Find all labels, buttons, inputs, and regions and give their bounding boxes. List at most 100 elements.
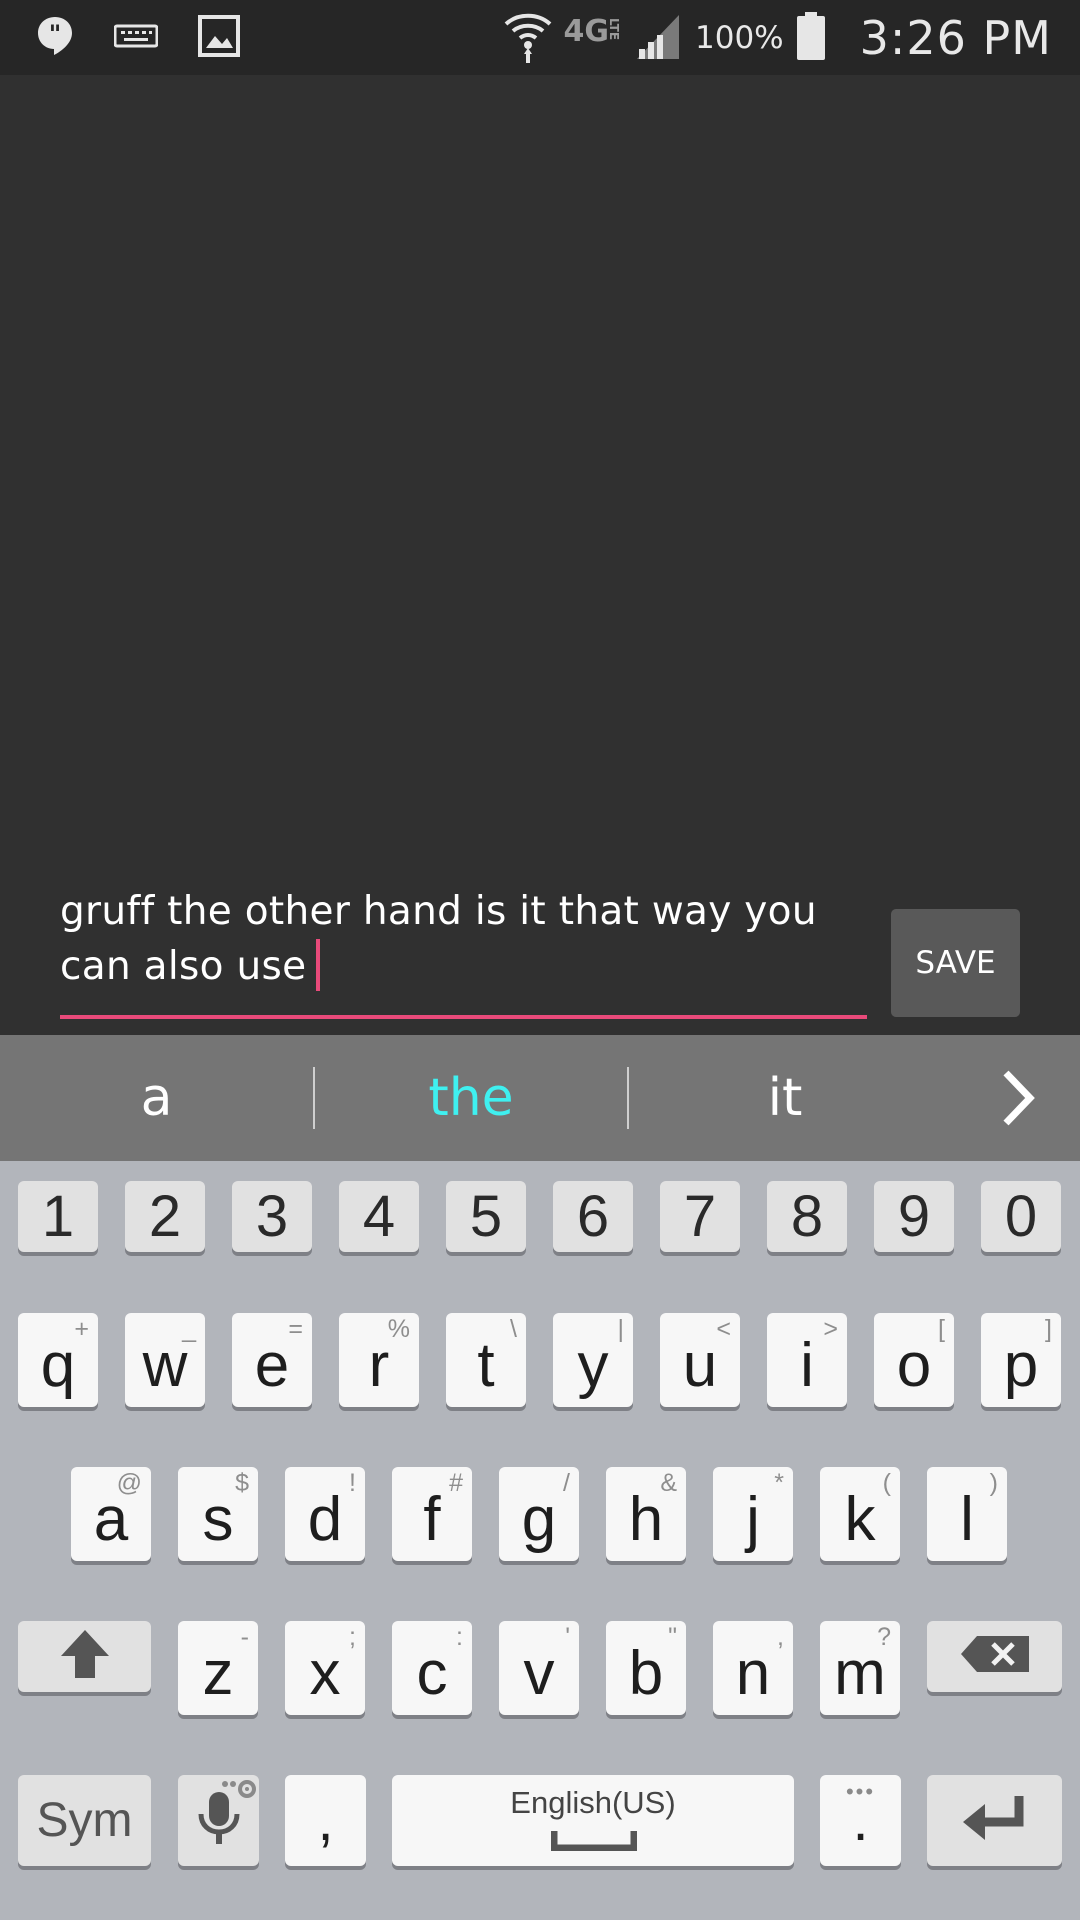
system-status: 4G LTE 100% 3:26 PM — [502, 8, 1053, 68]
key-hint: _ — [182, 1315, 196, 1343]
key-4[interactable]: 4 — [339, 1181, 419, 1252]
key-p[interactable]: p] — [981, 1313, 1061, 1407]
key-hint: ) — [989, 1469, 998, 1497]
key-c[interactable]: c: — [392, 1621, 472, 1715]
key-label: b — [628, 1639, 664, 1708]
key-0[interactable]: 0 — [981, 1181, 1061, 1252]
hangouts-icon: " — [36, 15, 74, 62]
key-1[interactable]: 1 — [18, 1181, 98, 1252]
key-label: 7 — [683, 1184, 717, 1249]
key-2[interactable]: 2 — [125, 1181, 205, 1252]
key-label: 3 — [255, 1184, 289, 1249]
comma-label: , — [317, 1788, 334, 1853]
key-label: r — [368, 1331, 390, 1400]
key-j[interactable]: j * — [713, 1467, 793, 1561]
message-input[interactable]: gruff the other hand is it that way you … — [60, 885, 870, 994]
key-label: q — [40, 1331, 76, 1400]
key-hint: < — [716, 1315, 731, 1343]
key-label: 6 — [576, 1184, 610, 1249]
backspace-key[interactable] — [927, 1621, 1062, 1692]
key-hint: ] — [1045, 1315, 1052, 1343]
key-n[interactable]: n, — [713, 1621, 793, 1715]
chevron-right-icon[interactable] — [990, 1063, 1050, 1133]
key-b[interactable]: b " — [606, 1621, 686, 1715]
more-dots-icon: ••• — [845, 1779, 876, 1804]
key-z[interactable]: z- — [178, 1621, 258, 1715]
key-label: i — [800, 1331, 814, 1400]
key-hint: ! — [349, 1469, 356, 1497]
mic-key[interactable] — [178, 1775, 259, 1866]
key-3[interactable]: 3 — [232, 1181, 312, 1252]
key-x[interactable]: x; — [285, 1621, 365, 1715]
key-hint: ( — [882, 1469, 891, 1497]
key-8[interactable]: 8 — [767, 1181, 847, 1252]
key-5[interactable]: 5 — [446, 1181, 526, 1252]
key-k[interactable]: k( — [820, 1467, 900, 1561]
suggestion-3[interactable]: it — [629, 1035, 941, 1161]
key-hint: > — [823, 1315, 838, 1343]
key-label: 2 — [148, 1184, 182, 1249]
key-hint: / — [563, 1469, 570, 1497]
save-button[interactable]: SAVE — [891, 909, 1020, 1017]
key-hint: & — [660, 1469, 677, 1497]
period-key[interactable]: . ••• — [820, 1775, 901, 1866]
key-label: v — [523, 1639, 555, 1708]
key-y[interactable]: y | — [553, 1313, 633, 1407]
key-label: z — [202, 1639, 234, 1708]
key-6[interactable]: 6 — [553, 1181, 633, 1252]
key-label: p — [1003, 1331, 1039, 1400]
key-label: 9 — [897, 1184, 931, 1249]
battery-icon — [796, 11, 826, 66]
key-s[interactable]: s $ — [178, 1467, 258, 1561]
key-w[interactable]: w _ — [125, 1313, 205, 1407]
key-label: o — [896, 1331, 932, 1400]
key-d[interactable]: d! — [285, 1467, 365, 1561]
key-u[interactable]: u < — [660, 1313, 740, 1407]
signal-icon — [633, 11, 683, 66]
key-v[interactable]: v ' — [499, 1621, 579, 1715]
key-label: c — [416, 1639, 448, 1708]
key-l[interactable]: l) — [927, 1467, 1007, 1561]
key-hint: ? — [877, 1623, 891, 1651]
wifi-icon — [502, 8, 554, 69]
suggestion-1[interactable]: a — [0, 1035, 313, 1161]
key-hint: @ — [116, 1469, 142, 1497]
key-a[interactable]: a @ — [71, 1467, 151, 1561]
key-r[interactable]: r% — [339, 1313, 419, 1407]
input-underline — [60, 1015, 867, 1019]
key-7[interactable]: 7 — [660, 1181, 740, 1252]
suggestion-2[interactable]: the — [315, 1035, 627, 1161]
clock: 3:26 PM — [859, 11, 1052, 65]
shift-key[interactable] — [18, 1621, 151, 1692]
key-label: n — [735, 1639, 771, 1708]
key-h[interactable]: h & — [606, 1467, 686, 1561]
sym-label: Sym — [36, 1794, 133, 1847]
key-o[interactable]: o[ — [874, 1313, 954, 1407]
key-hint: | — [617, 1315, 625, 1343]
key-hint: % — [387, 1315, 410, 1343]
enter-icon — [959, 1790, 1031, 1851]
space-bar-icon — [550, 1829, 638, 1856]
key-label: j — [746, 1485, 760, 1554]
key-hint: ; — [349, 1623, 356, 1651]
comma-key[interactable]: , — [285, 1775, 366, 1866]
key-hint: # — [449, 1469, 463, 1497]
key-e[interactable]: e = — [232, 1313, 312, 1407]
key-i[interactable]: i > — [767, 1313, 847, 1407]
key-label: y — [577, 1331, 609, 1400]
key-t[interactable]: t \ — [446, 1313, 526, 1407]
key-label: 5 — [469, 1184, 503, 1249]
key-label: 8 — [790, 1184, 824, 1249]
key-q[interactable]: q + — [18, 1313, 98, 1407]
key-m[interactable]: m? — [820, 1621, 900, 1715]
language-label: English(US) — [510, 1785, 676, 1820]
space-key[interactable]: English(US) — [392, 1775, 794, 1866]
key-9[interactable]: 9 — [874, 1181, 954, 1252]
key-g[interactable]: g / — [499, 1467, 579, 1561]
key-f[interactable]: f # — [392, 1467, 472, 1561]
key-hint: , — [777, 1623, 784, 1651]
sym-key[interactable]: Sym — [18, 1775, 151, 1866]
image-icon — [198, 14, 240, 62]
enter-key[interactable] — [927, 1775, 1062, 1866]
suggestion-strip: a the it — [0, 1035, 1080, 1161]
